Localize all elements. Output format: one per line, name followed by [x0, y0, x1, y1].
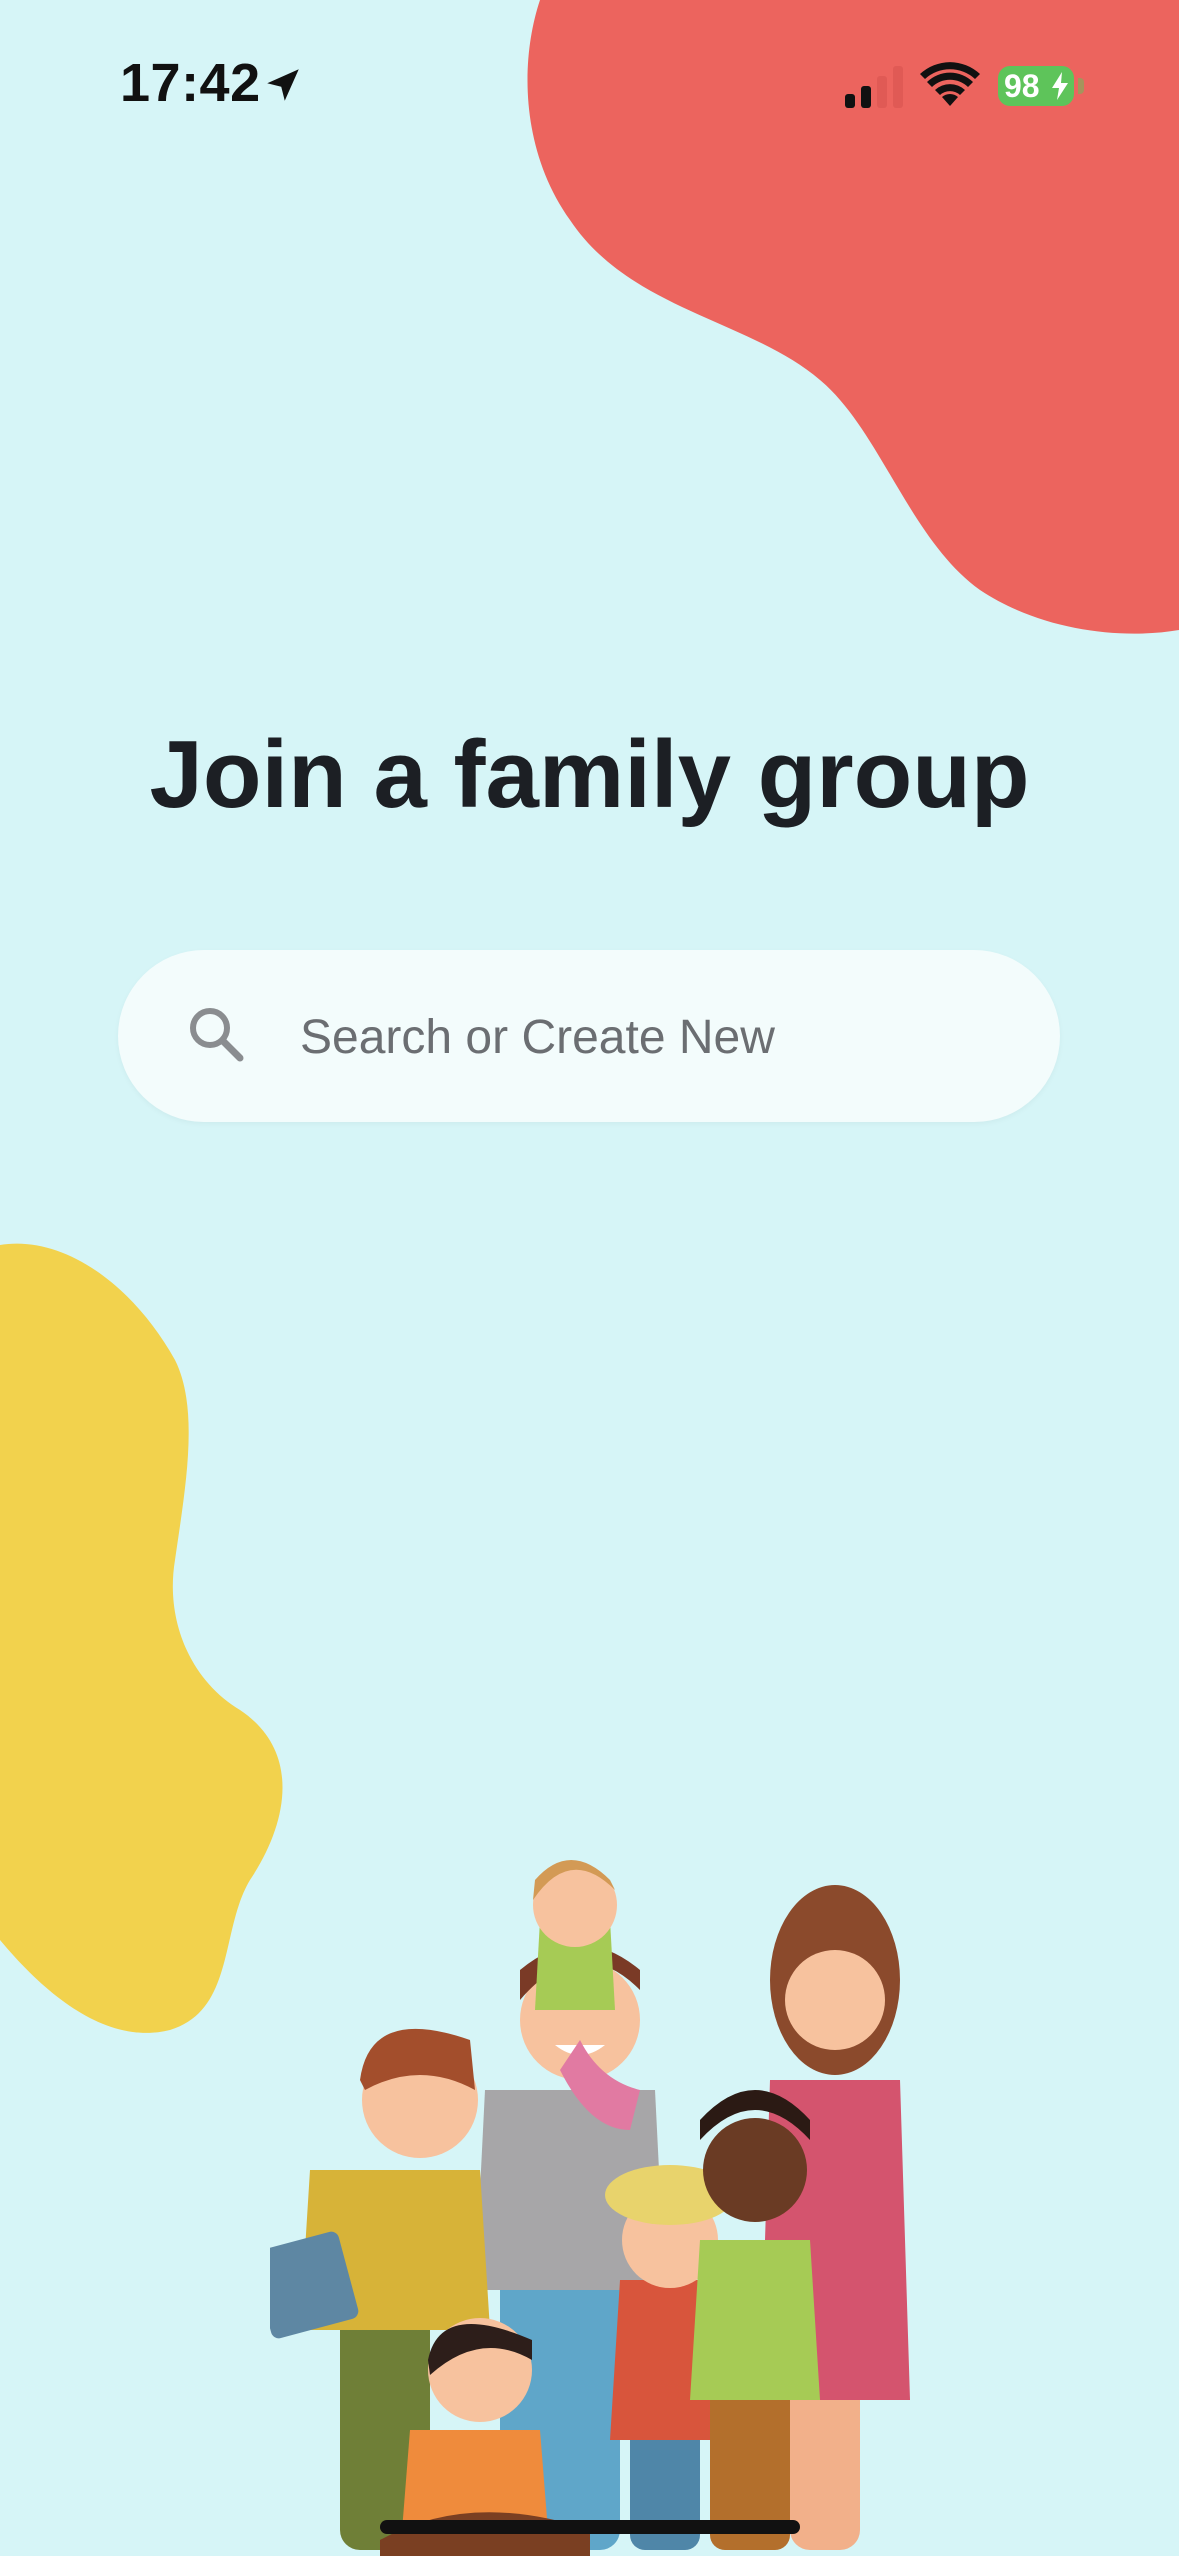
home-indicator[interactable]: [380, 2520, 800, 2534]
page-title: Join a family group: [149, 721, 1030, 828]
family-group-illustration: [270, 1860, 910, 2556]
battery-cap: [1078, 78, 1084, 94]
status-time: 17:42: [120, 53, 261, 113]
search-icon: [190, 1008, 244, 1062]
wifi-icon: [920, 62, 980, 106]
battery-icon: 98: [998, 66, 1074, 106]
location-arrow-icon: [267, 69, 299, 101]
yellow-blob-decoration: [0, 1243, 283, 2033]
signal-icon: [845, 66, 903, 108]
charging-bolt-icon: [1052, 72, 1068, 100]
search-bar[interactable]: [118, 950, 1060, 1124]
search-input[interactable]: [298, 950, 1002, 1124]
status-bar: 17:42 98: [0, 0, 1179, 170]
battery-level: 98: [1004, 68, 1040, 104]
